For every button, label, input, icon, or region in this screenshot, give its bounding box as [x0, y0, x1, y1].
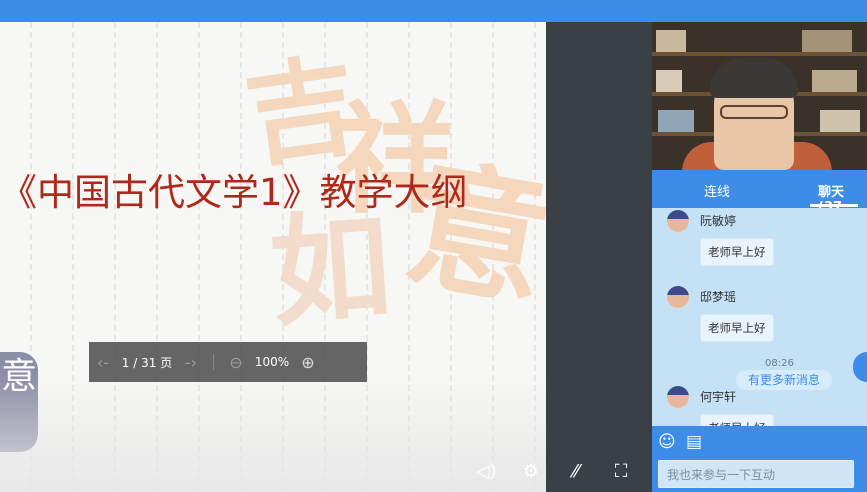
- slide-canvas: 吉 祥 意 如 意 《中国古代文学1》教学大纲: [0, 22, 546, 492]
- teacher-glasses: [720, 105, 788, 119]
- books: [820, 110, 860, 132]
- message-bubble: 老师早上好: [700, 238, 774, 266]
- slide-title: 《中国古代文学1》教学大纲: [0, 171, 468, 214]
- sender-name: 邸梦瑶: [700, 290, 737, 304]
- sender-name: 阮敏婷: [700, 214, 737, 228]
- books: [802, 30, 852, 52]
- books: [656, 70, 682, 92]
- top-bar: [0, 0, 867, 22]
- sender-name: 何宇轩: [700, 390, 737, 404]
- chat-list[interactable]: 阮敏婷 老师早上好 邸梦瑶 老师早上好 08:26 有更多新消息 何宇轩 老师早…: [652, 208, 867, 426]
- volume-icon[interactable]: ◁): [472, 458, 500, 486]
- slide-fade: [0, 372, 546, 492]
- teacher-hair: [710, 58, 798, 98]
- active-tab-indicator: [810, 204, 858, 207]
- page-navigator: ‹- 1 / 31 页 -› ⊖ 100% ⊕: [89, 342, 367, 382]
- message-bubble: 老师早上好: [700, 314, 774, 342]
- tab-connect[interactable]: 连线: [704, 181, 730, 200]
- prev-page-icon[interactable]: ‹-: [89, 353, 117, 372]
- chat-input[interactable]: 我也来参与一下互动: [658, 460, 854, 488]
- bookshelf: [652, 52, 867, 56]
- settings-icon[interactable]: ⚙: [517, 458, 545, 486]
- next-page-icon[interactable]: -›: [177, 353, 205, 372]
- books: [656, 30, 686, 52]
- note-icon[interactable]: ▤: [686, 432, 702, 452]
- books: [812, 70, 857, 92]
- books: [658, 110, 694, 132]
- page-indicator: 1 / 31 页: [121, 355, 173, 370]
- divider: [213, 354, 214, 370]
- emoji-icon[interactable]: ☺: [658, 432, 676, 452]
- avatar: [667, 286, 689, 308]
- chat-input-bar: ☺ ▤ 我也来参与一下互动: [652, 426, 867, 492]
- zoom-in-icon[interactable]: ⊕: [294, 353, 322, 372]
- draw-icon[interactable]: ⁄⁄: [562, 458, 590, 486]
- avatar: [667, 386, 689, 408]
- panel-tabs: 连线 聊天 (37: [652, 170, 867, 215]
- zoom-level: 100%: [254, 355, 290, 369]
- fullscreen-icon[interactable]: ⛶: [607, 458, 635, 486]
- zoom-out-icon[interactable]: ⊖: [222, 353, 250, 372]
- avatar: [667, 210, 689, 232]
- more-messages-button[interactable]: 有更多新消息: [736, 370, 832, 390]
- message-bubble: 老师早上好: [700, 414, 774, 426]
- message-time: 08:26: [765, 358, 794, 369]
- teacher-video: [652, 22, 867, 170]
